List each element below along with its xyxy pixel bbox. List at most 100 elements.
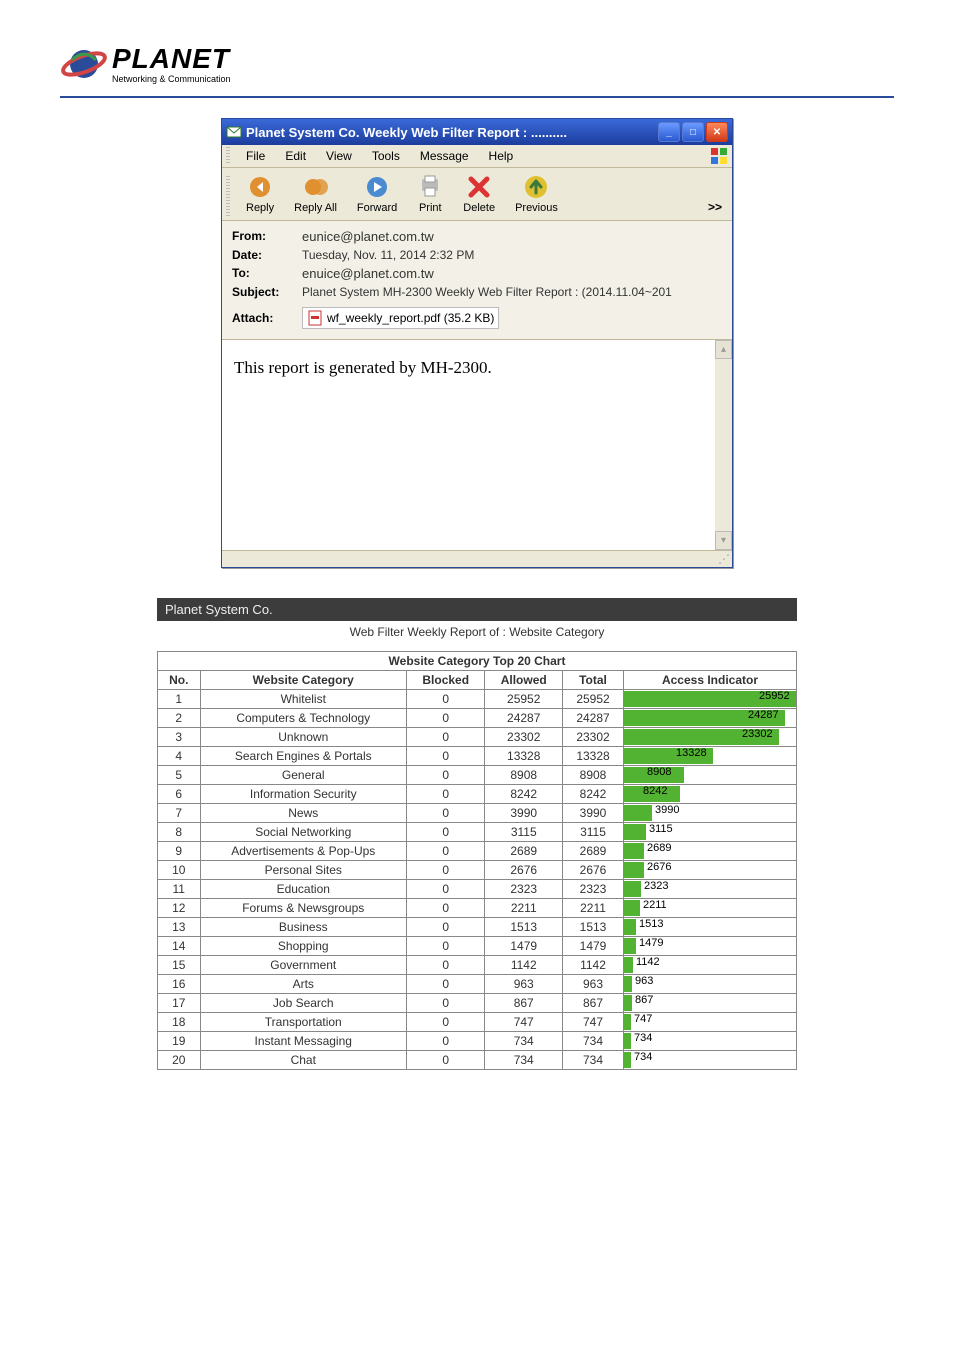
- table-row: 5General0890889088908: [158, 766, 797, 785]
- cell-blocked: 0: [406, 937, 484, 956]
- logo-text: PLANET Networking & Communication: [112, 45, 231, 84]
- print-button[interactable]: Print: [407, 172, 453, 216]
- cell-allowed: 2676: [485, 861, 563, 880]
- indicator-bar: [624, 976, 632, 992]
- table-row: 4Search Engines & Portals013328133281332…: [158, 747, 797, 766]
- indicator-bar: [624, 1033, 631, 1049]
- vertical-scrollbar[interactable]: ▴ ▾: [715, 340, 732, 550]
- to-value: enuice@planet.com.tw: [302, 266, 722, 281]
- menu-edit[interactable]: Edit: [275, 147, 316, 165]
- cell-no: 20: [158, 1051, 201, 1070]
- table-row: 20Chat0734734734: [158, 1051, 797, 1070]
- cell-allowed: 1479: [485, 937, 563, 956]
- cell-category: Computers & Technology: [200, 709, 406, 728]
- close-button[interactable]: ✕: [706, 122, 728, 142]
- menu-file[interactable]: File: [236, 147, 275, 165]
- cell-total: 13328: [563, 747, 624, 766]
- cell-blocked: 0: [406, 880, 484, 899]
- report-table: Website Category Top 20 Chart No. Websit…: [157, 651, 797, 1070]
- scroll-down-icon[interactable]: ▾: [715, 531, 732, 550]
- cell-category: Education: [200, 880, 406, 899]
- menu-message[interactable]: Message: [410, 147, 479, 165]
- table-row: 10Personal Sites0267626762676: [158, 861, 797, 880]
- menu-view[interactable]: View: [316, 147, 362, 165]
- table-row: 12Forums & Newsgroups0221122112211: [158, 899, 797, 918]
- attach-label: Attach:: [232, 311, 302, 325]
- cell-total: 867: [563, 994, 624, 1013]
- table-row: 16Arts0963963963: [158, 975, 797, 994]
- cell-indicator: 8242: [624, 785, 797, 804]
- col-blocked: Blocked: [406, 671, 484, 690]
- indicator-bar: [624, 919, 636, 935]
- cell-indicator: 8908: [624, 766, 797, 785]
- cell-indicator: 963: [624, 975, 797, 994]
- delete-icon: [466, 174, 492, 200]
- cell-allowed: 747: [485, 1013, 563, 1032]
- print-icon: [417, 174, 443, 200]
- cell-allowed: 3115: [485, 823, 563, 842]
- forward-button[interactable]: Forward: [347, 172, 407, 216]
- menu-tools[interactable]: Tools: [362, 147, 410, 165]
- attachment-item[interactable]: wf_weekly_report.pdf (35.2 KB): [302, 307, 499, 329]
- previous-button[interactable]: Previous: [505, 172, 568, 216]
- cell-category: Search Engines & Portals: [200, 747, 406, 766]
- toolbar-overflow-button[interactable]: >>: [702, 198, 728, 216]
- scroll-track[interactable]: [715, 359, 732, 531]
- cell-category: Arts: [200, 975, 406, 994]
- cell-category: Forums & Newsgroups: [200, 899, 406, 918]
- cell-blocked: 0: [406, 1032, 484, 1051]
- cell-indicator: 3990: [624, 804, 797, 823]
- report-subtitle: Web Filter Weekly Report of : Website Ca…: [157, 621, 797, 651]
- table-row: 17Job Search0867867867: [158, 994, 797, 1013]
- cell-blocked: 0: [406, 918, 484, 937]
- cell-indicator: 23302: [624, 728, 797, 747]
- cell-indicator: 747: [624, 1013, 797, 1032]
- cell-allowed: 2323: [485, 880, 563, 899]
- cell-category: Information Security: [200, 785, 406, 804]
- cell-indicator: 734: [624, 1032, 797, 1051]
- reply-button[interactable]: Reply: [236, 172, 284, 216]
- cell-indicator: 1142: [624, 956, 797, 975]
- cell-category: Advertisements & Pop-Ups: [200, 842, 406, 861]
- reply-all-button[interactable]: Reply All: [284, 172, 347, 216]
- cell-no: 19: [158, 1032, 201, 1051]
- reply-all-icon: [303, 174, 329, 200]
- cell-blocked: 0: [406, 975, 484, 994]
- cell-blocked: 0: [406, 709, 484, 728]
- cell-allowed: 3990: [485, 804, 563, 823]
- col-total: Total: [563, 671, 624, 690]
- cell-allowed: 867: [485, 994, 563, 1013]
- cell-no: 13: [158, 918, 201, 937]
- table-title: Website Category Top 20 Chart: [158, 652, 797, 671]
- cell-category: Chat: [200, 1051, 406, 1070]
- col-no: No.: [158, 671, 201, 690]
- maximize-button[interactable]: □: [682, 122, 704, 142]
- logo-title: PLANET: [112, 45, 231, 73]
- cell-total: 23302: [563, 728, 624, 747]
- menu-help[interactable]: Help: [479, 147, 524, 165]
- message-headers: From:eunice@planet.com.tw Date:Tuesday, …: [222, 221, 732, 340]
- windows-flag-icon: [710, 147, 728, 165]
- cell-no: 8: [158, 823, 201, 842]
- indicator-bar: [624, 995, 632, 1011]
- cell-indicator: 25952: [624, 690, 797, 709]
- cell-category: Whitelist: [200, 690, 406, 709]
- table-row: 2Computers & Technology0242872428724287: [158, 709, 797, 728]
- cell-no: 1: [158, 690, 201, 709]
- table-row: 3Unknown0233022330223302: [158, 728, 797, 747]
- size-grip-icon[interactable]: ⋰: [718, 553, 730, 565]
- page-header: PLANET Networking & Communication: [60, 40, 894, 98]
- cell-indicator: 1513: [624, 918, 797, 937]
- cell-total: 734: [563, 1032, 624, 1051]
- cell-indicator: 867: [624, 994, 797, 1013]
- cell-indicator: 734: [624, 1051, 797, 1070]
- cell-blocked: 0: [406, 747, 484, 766]
- cell-total: 1513: [563, 918, 624, 937]
- scroll-up-icon[interactable]: ▴: [715, 340, 732, 359]
- cell-total: 25952: [563, 690, 624, 709]
- table-row: 1Whitelist0259522595225952: [158, 690, 797, 709]
- cell-blocked: 0: [406, 823, 484, 842]
- delete-button[interactable]: Delete: [453, 172, 505, 216]
- minimize-button[interactable]: _: [658, 122, 680, 142]
- table-row: 14Shopping0147914791479: [158, 937, 797, 956]
